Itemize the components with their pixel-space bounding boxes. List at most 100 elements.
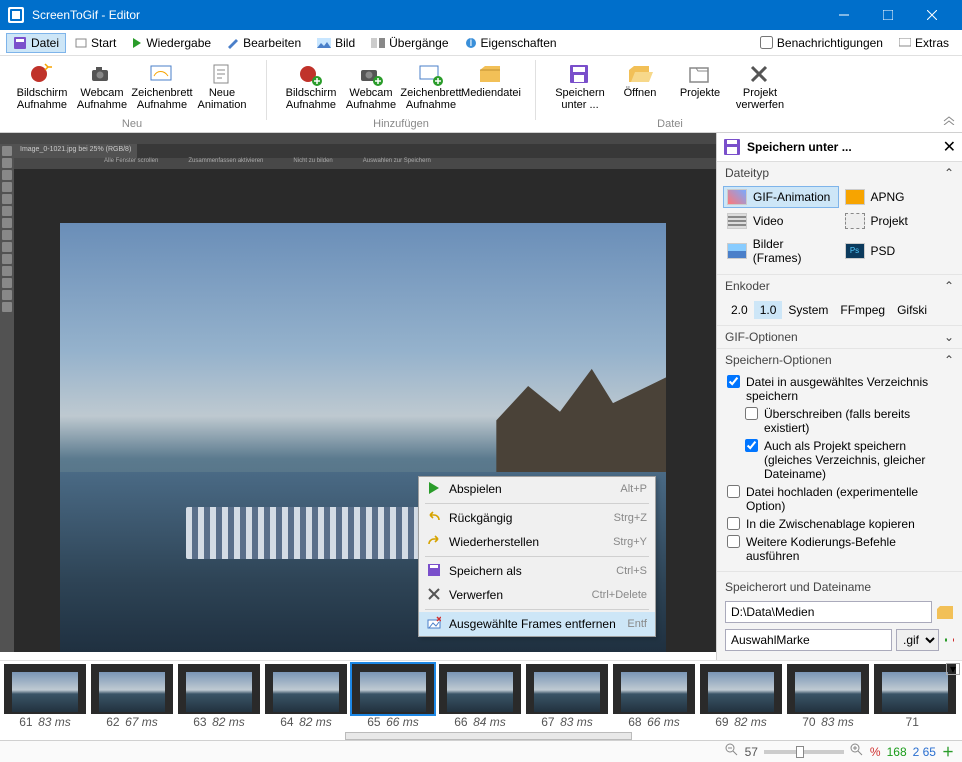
section-save-options[interactable]: Speichern-Optionen⌃	[717, 349, 962, 371]
encoder-ffmpeg[interactable]: FFmpeg	[834, 301, 891, 319]
zoom-slider[interactable]	[764, 750, 844, 754]
filetype-images[interactable]: Bilder (Frames)	[723, 234, 839, 268]
menu-extras[interactable]: Extras	[892, 33, 956, 53]
context-menu: AbspielenAlt+P RückgängigStrg+Z Wiederhe…	[418, 476, 656, 637]
status-pct: %	[870, 745, 881, 759]
open-button[interactable]: Öffnen	[610, 60, 670, 116]
menu-edit[interactable]: Bearbeiten	[220, 33, 308, 53]
context-play[interactable]: AbspielenAlt+P	[419, 477, 655, 501]
save-panel: Speichern unter ... ✕ Dateityp⌃ GIF-Anim…	[716, 133, 962, 660]
encoder-1-0[interactable]: 1.0	[754, 301, 783, 319]
remove-frames-icon	[427, 616, 443, 632]
context-undo[interactable]: RückgängigStrg+Z	[419, 506, 655, 530]
add-board-recording-button[interactable]: ZeichenbrettAufnahme	[401, 60, 461, 116]
menu-file[interactable]: Datei	[6, 33, 66, 53]
ribbon-collapse-button[interactable]	[942, 114, 956, 128]
new-animation-button[interactable]: NeueAnimation	[192, 60, 252, 116]
section-filetype[interactable]: Dateityp⌃	[717, 162, 962, 184]
frame-thumb[interactable]: 67 83 ms	[525, 664, 609, 730]
save-icon	[427, 563, 443, 579]
frame-thumb[interactable]: 64 82 ms	[264, 664, 348, 730]
opt-postcmd[interactable]: Weitere Kodierungs-Befehle ausführen	[727, 535, 952, 563]
new-webcam-recording-button[interactable]: WebcamAufnahme	[72, 60, 132, 116]
filetype-video[interactable]: Video	[723, 210, 839, 232]
opt-clipboard[interactable]: In die Zwischenablage kopieren	[727, 517, 952, 531]
svg-text:i: i	[469, 37, 472, 49]
menu-transitions[interactable]: Übergänge	[364, 33, 455, 53]
play-icon	[427, 481, 443, 497]
status-coords: 2 65	[913, 745, 936, 759]
filetype-apng[interactable]: APNG	[841, 186, 957, 208]
context-redo[interactable]: WiederherstellenStrg+Y	[419, 530, 655, 554]
frame-thumb[interactable]: 71	[873, 664, 957, 730]
canvas-area[interactable]: Image_0-1021.jpg bei 25% (RGB/8) Alle Fe…	[0, 133, 716, 652]
menu-start[interactable]: Start	[68, 33, 123, 53]
zoom-out-icon[interactable]	[725, 743, 739, 760]
frame-thumb[interactable]: 63 82 ms	[177, 664, 261, 730]
add-button-icon[interactable]	[943, 632, 947, 648]
redo-icon	[427, 534, 443, 550]
frames-scroll-down[interactable]: ▾	[946, 663, 960, 675]
projects-button[interactable]: Projekte	[670, 60, 730, 116]
frame-thumb[interactable]: 69 82 ms	[699, 664, 783, 730]
context-save-as[interactable]: Speichern alsCtrl+S	[419, 559, 655, 583]
frame-thumb[interactable]: 62 67 ms	[90, 664, 174, 730]
discard-project-button[interactable]: Projektverwerfen	[730, 60, 790, 116]
add-media-button[interactable]: Mediendatei	[461, 60, 521, 116]
section-encoder[interactable]: Enkoder⌃	[717, 275, 962, 297]
extension-select[interactable]: .gif	[896, 629, 939, 651]
save-panel-close[interactable]: ✕	[943, 137, 956, 157]
add-screen-recording-button[interactable]: BildschirmAufnahme	[281, 60, 341, 116]
window-title: ScreenToGif - Editor	[32, 8, 822, 22]
filetype-psd[interactable]: PsPSD	[841, 234, 957, 268]
encoder-system[interactable]: System	[782, 301, 834, 319]
ribbon-group-file: Speichernunter ... Öffnen Projekte Proje…	[544, 60, 796, 130]
filename-input[interactable]	[725, 629, 892, 651]
save-as-button[interactable]: Speichernunter ...	[550, 60, 610, 116]
discard-icon	[427, 587, 443, 603]
undo-icon	[427, 510, 443, 526]
frames-scrollbar[interactable]	[345, 732, 632, 740]
encoder-2-0[interactable]: 2.0	[725, 301, 754, 319]
menu-playback[interactable]: Wiedergabe	[125, 33, 218, 53]
close-button[interactable]	[910, 0, 954, 30]
remove-button-icon[interactable]	[951, 632, 955, 648]
zoom-in-icon[interactable]	[850, 743, 864, 760]
menu-notifications[interactable]: Benachrichtigungen	[753, 33, 890, 53]
opt-upload[interactable]: Datei hochladen (experimentelle Option)	[727, 485, 952, 513]
add-webcam-recording-button[interactable]: WebcamAufnahme	[341, 60, 401, 116]
status-plus-icon[interactable]: ＋	[942, 743, 954, 760]
zoom-value: 57	[745, 745, 758, 759]
new-screen-recording-button[interactable]: BildschirmAufnahme	[12, 60, 72, 116]
save-panel-title: Speichern unter ...	[747, 140, 852, 154]
encoder-gifski[interactable]: Gifski	[891, 301, 933, 319]
folder-input[interactable]	[725, 601, 932, 623]
maximize-button[interactable]	[866, 0, 910, 30]
frames-strip[interactable]: 61 83 ms62 67 ms63 82 ms64 82 ms65 66 ms…	[0, 660, 962, 740]
context-remove-frames[interactable]: Ausgewählte Frames entfernenEntf	[419, 612, 655, 636]
frame-thumb[interactable]: 70 83 ms	[786, 664, 870, 730]
status-selection: 168	[887, 745, 907, 759]
notifications-checkbox[interactable]	[760, 36, 773, 49]
browse-folder-icon[interactable]	[936, 604, 954, 620]
save-icon	[723, 138, 741, 156]
frame-thumb[interactable]: 65 66 ms	[351, 664, 435, 730]
ribbon-group-add: BildschirmAufnahme WebcamAufnahme Zeiche…	[275, 60, 527, 130]
filetype-gif[interactable]: GIF-Animation	[723, 186, 839, 208]
minimize-button[interactable]	[822, 0, 866, 30]
path-label: Speicherort und Dateiname	[717, 576, 962, 598]
menu-properties[interactable]: iEigenschaften	[458, 33, 564, 53]
filetype-project[interactable]: Projekt	[841, 210, 957, 232]
opt-also-project[interactable]: Auch als Projekt speichern (gleiches Ver…	[745, 439, 952, 481]
opt-save-folder[interactable]: Datei in ausgewähltes Verzeichnis speich…	[727, 375, 952, 403]
frame-thumb[interactable]: 68 66 ms	[612, 664, 696, 730]
context-discard[interactable]: VerwerfenCtrl+Delete	[419, 583, 655, 607]
app-icon	[8, 7, 24, 23]
section-gif-options[interactable]: GIF-Optionen⌄	[717, 326, 962, 348]
opt-overwrite[interactable]: Überschreiben (falls bereits existiert)	[745, 407, 952, 435]
new-board-recording-button[interactable]: ZeichenbrettAufnahme	[132, 60, 192, 116]
frame-thumb[interactable]: 66 84 ms	[438, 664, 522, 730]
ribbon-group-new: BildschirmAufnahme WebcamAufnahme Zeiche…	[6, 60, 258, 130]
frame-thumb[interactable]: 61 83 ms	[3, 664, 87, 730]
menu-image[interactable]: Bild	[310, 33, 362, 53]
